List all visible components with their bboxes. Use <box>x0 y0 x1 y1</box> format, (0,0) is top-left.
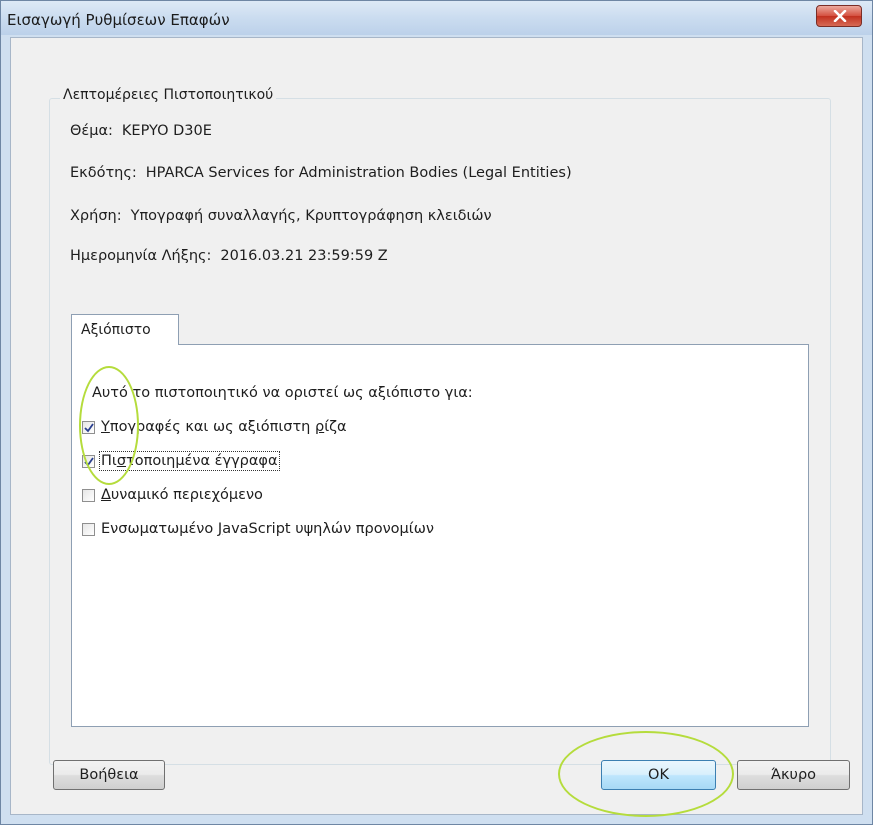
usage-label: Χρήση: <box>70 208 122 224</box>
tab-trust[interactable]: Αξιόπιστο <box>71 314 179 345</box>
ok-button[interactable]: OK <box>601 760 716 790</box>
title-bar[interactable]: Εισαγωγή Ρυθμίσεων Επαφών <box>1 1 872 35</box>
trust-heading: Αυτό το πιστοποιητικό να οριστεί ως αξιό… <box>92 385 473 401</box>
checkbox-javascript-label: Ενσωματωμένο JavaScript υψηλών προνομίων <box>101 521 434 537</box>
cancel-button[interactable]: Άκυρο <box>737 760 850 790</box>
import-contact-settings-dialog: Εισαγωγή Ρυθμίσεων Επαφών Λεπτομέρειες Π… <box>0 0 873 825</box>
subject-row: Θέμα: KEPYO D30E <box>70 123 212 139</box>
issuer-row: Εκδότης: HPARCA Services for Administrati… <box>70 165 572 181</box>
checkbox-certified-label: Πιστοποιημένα έγγραφα <box>99 451 280 471</box>
check-mark-icon <box>84 457 94 467</box>
close-button[interactable] <box>816 5 862 27</box>
subject-label: Θέμα: <box>70 123 113 139</box>
checkbox-javascript-box[interactable] <box>82 523 95 536</box>
expiry-value: 2016.03.21 23:59:59 Z <box>220 248 388 264</box>
issuer-value: HPARCA Services for Administration Bodie… <box>145 165 572 181</box>
certificate-details-title: Λεπτομέρειες Πιστοποιητικού <box>60 87 277 103</box>
check-mark-icon <box>84 423 94 433</box>
checkbox-certified-box[interactable] <box>82 455 95 468</box>
checkbox-signatures-label: Υπογραφές και ως αξιόπιστη ρίζα <box>101 419 347 435</box>
expiry-label: Ημερομηνία Λήξης: <box>70 248 212 264</box>
usage-row: Χρήση: Υπογραφή συναλλαγής, Κρυπτογράφηση… <box>70 208 492 224</box>
expiry-row: Ημερομηνία Λήξης: 2016.03.21 23:59:59 Z <box>70 248 388 264</box>
subject-value: KEPYO D30E <box>121 123 212 139</box>
certificate-details-group: Λεπτομέρειες Πιστοποιητικού Θέμα: KEPYO D… <box>49 87 831 765</box>
trust-tab-panel: Αυτό το πιστοποιητικό να οριστεί ως αξιό… <box>71 344 809 727</box>
window-title: Εισαγωγή Ρυθμίσεων Επαφών <box>7 11 230 29</box>
usage-value: Υπογραφή συναλλαγής, Κρυπτογράφηση κλειδ… <box>130 208 492 224</box>
dialog-body: Λεπτομέρειες Πιστοποιητικού Θέμα: KEPYO D… <box>10 37 863 815</box>
trust-tab-control: Αξιόπιστο Αυτό το πιστοποιητικό να οριστ… <box>71 314 809 727</box>
close-icon <box>833 10 847 22</box>
tab-trust-label: Αξιόπιστο <box>81 322 151 338</box>
checkbox-dynamic-label: Δυναμικό περιεχόμενο <box>101 487 263 503</box>
issuer-label: Εκδότης: <box>70 165 137 181</box>
checkbox-dynamic-box[interactable] <box>82 489 95 502</box>
checkbox-signatures-box[interactable] <box>82 421 95 434</box>
help-button[interactable]: Βοήθεια <box>53 760 165 790</box>
